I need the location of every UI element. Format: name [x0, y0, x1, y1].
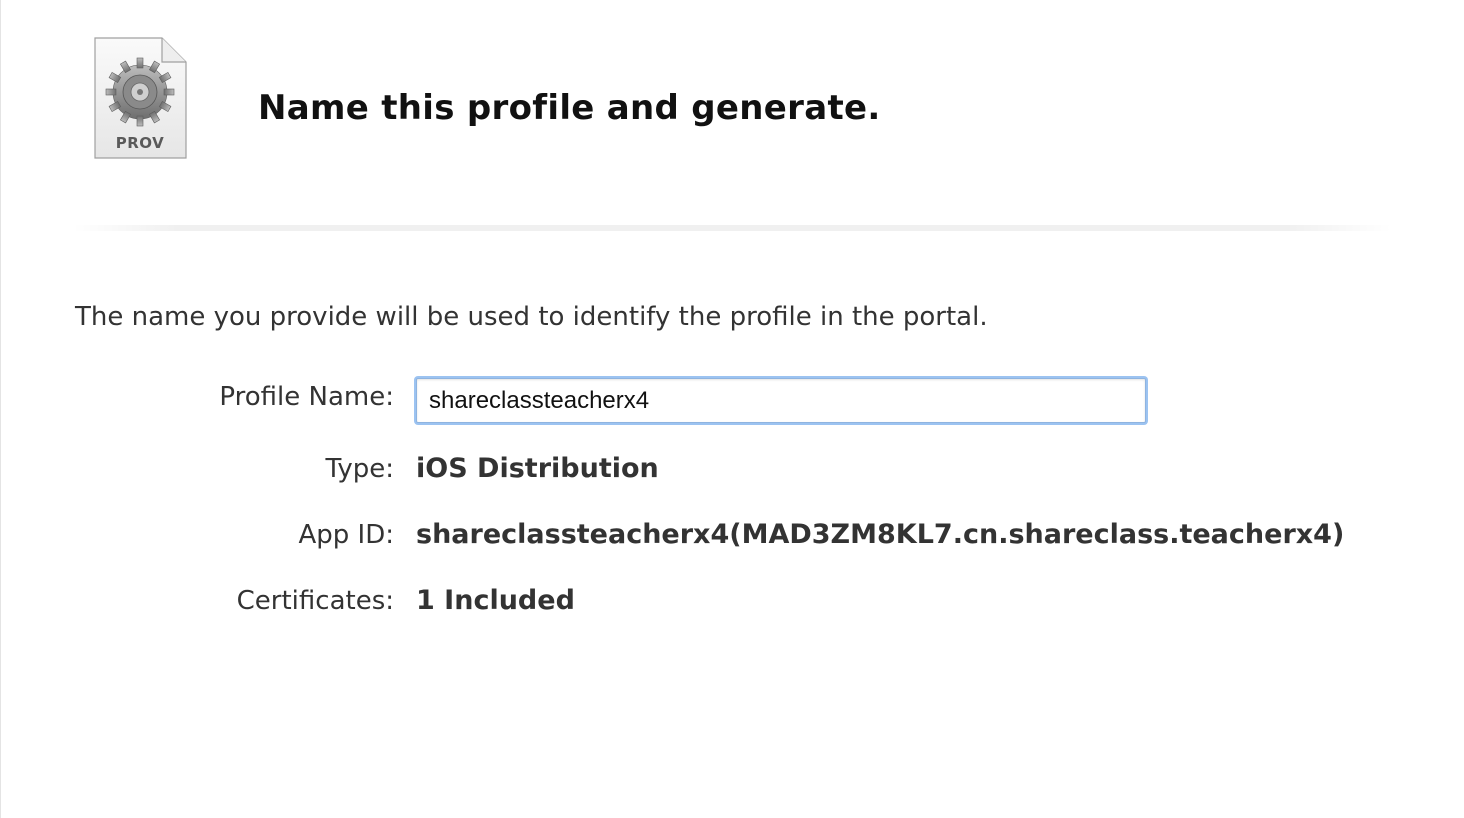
left-border — [0, 0, 1, 818]
certificates-label: Certificates: — [236, 586, 394, 616]
profile-name-input[interactable] — [416, 378, 1146, 423]
certificates-value: 1 Included — [416, 585, 575, 616]
profile-name-label: Profile Name: — [219, 382, 394, 412]
section-divider — [72, 225, 1392, 231]
type-label: Type: — [325, 454, 394, 484]
app-id-label: App ID: — [298, 520, 394, 550]
page-title: Name this profile and generate. — [258, 88, 881, 128]
app-id-value: shareclassteacherx4(MAD3ZM8KL7.cn.sharec… — [416, 519, 1345, 550]
prov-icon-label: PROV — [115, 134, 165, 152]
type-value: iOS Distribution — [416, 453, 659, 484]
form-description: The name you provide will be used to ide… — [75, 302, 988, 332]
